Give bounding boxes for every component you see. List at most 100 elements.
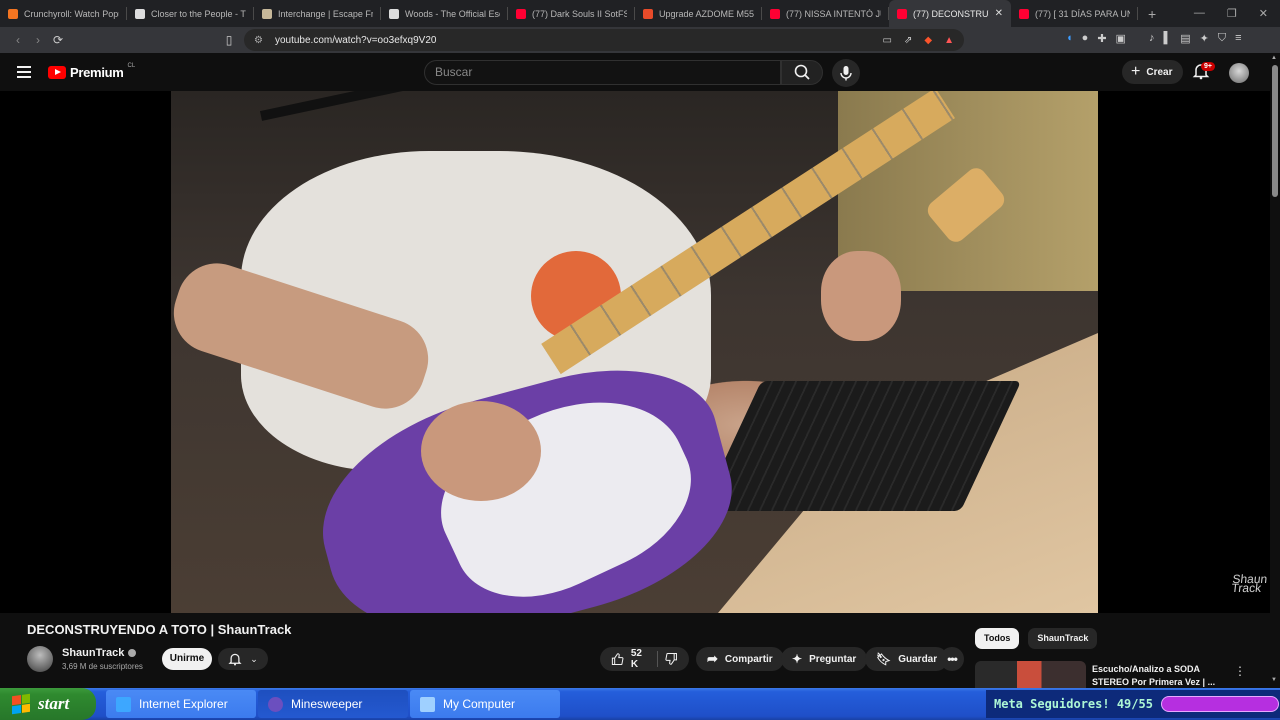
recommended-video-thumbnail[interactable] — [975, 661, 1086, 688]
back-icon[interactable]: ‹ — [8, 33, 28, 47]
hamburger-menu-icon[interactable] — [17, 66, 31, 78]
reload-icon[interactable]: ⟳ — [48, 33, 68, 47]
minimize-icon[interactable]: — — [1194, 7, 1205, 20]
new-tab-button[interactable]: + — [1138, 6, 1166, 22]
bell-icon — [228, 653, 242, 666]
page-scrollbar[interactable]: ▲ ▼ — [1270, 53, 1280, 687]
tab-favicon-icon — [643, 8, 653, 19]
tab-title: (77) [ 31 DÍAS PARA UN M — [1035, 8, 1130, 19]
brave-shield-icon[interactable]: ◆ — [924, 35, 932, 46]
extensions-area: ◖ ● ✚ ▣ ♪ ▌ ▤ ✦ ⛉ ≡ — [1066, 32, 1242, 45]
scrollbar-thumb[interactable] — [1272, 65, 1278, 197]
taskbar-item-label: Minesweeper — [291, 697, 363, 711]
forward-icon[interactable]: › — [28, 33, 48, 47]
browser-tab[interactable]: Interchange | Escape From — [254, 0, 381, 27]
ask-button[interactable]: ✦ Preguntar — [781, 647, 868, 671]
ie-icon — [116, 696, 131, 712]
taskbar-item-label: Internet Explorer — [139, 697, 228, 711]
browser-tab[interactable]: (77) Dark Souls II SotFS - C — [508, 0, 635, 27]
site-info-icon[interactable]: ⚙ — [254, 35, 263, 46]
address-bar[interactable]: ⚙ youtube.com/watch?v=oo3efxq9V20 ▭ ⇗ ◆ … — [244, 29, 964, 51]
youtube-header: Premium CL Buscar + Crear 9+ — [0, 53, 1280, 91]
bookmark-icon[interactable]: ▯ — [219, 33, 239, 47]
account-avatar[interactable] — [1229, 63, 1249, 83]
search-button[interactable] — [781, 60, 823, 85]
channel-avatar[interactable] — [27, 646, 53, 672]
vpn-icon[interactable]: ⛉ — [1218, 32, 1226, 45]
follower-goal-text: Meta Seguidores! 49/55 — [994, 697, 1153, 711]
tab-title: (77) Dark Souls II SotFS - C — [532, 8, 627, 19]
tab-title: Woods - The Official Escap — [405, 8, 500, 19]
tab-favicon-icon — [770, 8, 780, 19]
browser-tab[interactable]: Crunchyroll: Watch Popula — [0, 0, 127, 27]
tab-title: Closer to the People - The — [151, 8, 246, 19]
wallet-icon[interactable]: ▤ — [1180, 32, 1190, 45]
browser-tab[interactable]: Closer to the People - The — [127, 0, 254, 27]
scroll-down-icon[interactable]: ▼ — [1271, 677, 1277, 683]
divider — [657, 651, 659, 667]
brave-rewards-icon[interactable]: ▲ — [944, 35, 954, 46]
rec-title-line: Escucho/Analizo a SODA — [1092, 664, 1201, 674]
browser-tab[interactable]: (77) DECONSTRUY ✕ — [889, 0, 1011, 27]
voice-search-button[interactable] — [832, 59, 860, 87]
dislike-icon[interactable] — [665, 652, 678, 666]
follower-goal-progress-bar — [1160, 696, 1279, 712]
browser-menu-icon[interactable]: ≡ — [1235, 32, 1241, 45]
tab-favicon-icon — [1019, 8, 1029, 19]
chip-channel[interactable]: ShaunTrack — [1028, 628, 1098, 649]
recommended-video-title[interactable]: Escucho/Analizo a SODA STEREO Por Primer… — [1092, 663, 1216, 689]
more-actions-button[interactable]: ••• — [940, 647, 964, 671]
sidebar-icon[interactable]: ▌ — [1163, 32, 1171, 45]
taskbar-item-internet-explorer[interactable]: Internet Explorer — [106, 690, 256, 718]
share-label: Compartir — [724, 653, 773, 665]
scroll-up-icon[interactable]: ▲ — [1271, 55, 1277, 61]
chip-all[interactable]: Todos — [975, 628, 1020, 649]
video-player[interactable]: Shaun Track — [0, 91, 1270, 613]
music-icon[interactable]: ♪ — [1149, 32, 1155, 45]
create-label: Crear — [1146, 66, 1173, 78]
browser-tab[interactable]: (77) [ 31 DÍAS PARA UN M — [1011, 0, 1138, 27]
start-button[interactable]: start — [0, 688, 96, 720]
rec-more-icon[interactable]: ⋮ — [1234, 664, 1246, 678]
youtube-premium-logo[interactable]: Premium CL — [48, 62, 136, 80]
save-button[interactable]: 🔖︎ Guardar — [865, 647, 949, 671]
maximize-icon[interactable]: ❐ — [1227, 7, 1237, 20]
puzzle-icon[interactable]: ✚ — [1097, 32, 1106, 45]
extension-icon[interactable]: ● — [1082, 32, 1089, 45]
share-page-icon[interactable]: ⇗ — [904, 35, 912, 46]
cast-icon[interactable]: ▭ — [883, 35, 892, 46]
channel-watermark[interactable]: Shaun Track — [1231, 572, 1268, 595]
tab-favicon-icon — [8, 8, 18, 19]
like-count[interactable]: 52 K — [631, 648, 650, 670]
channel-name[interactable]: ShaunTrack — [62, 647, 137, 659]
tab-title: (77) DECONSTRUY — [913, 8, 989, 19]
tab-close-icon[interactable]: ✕ — [995, 8, 1003, 19]
browser-tab[interactable]: Woods - The Official Escap — [381, 0, 508, 27]
video-frame[interactable] — [171, 91, 1098, 613]
video-strumming-hand — [421, 401, 541, 501]
tab-favicon-icon — [389, 8, 399, 19]
logo-text: Premium — [70, 65, 124, 80]
verified-icon — [128, 649, 137, 657]
browser-tab[interactable]: Upgrade AZDOME M550 — [635, 0, 762, 27]
minesweeper-icon — [268, 696, 283, 712]
extension-icon[interactable]: ◖ — [1066, 32, 1073, 45]
taskbar-item-minesweeper[interactable]: Minesweeper — [258, 690, 408, 718]
create-button[interactable]: + Crear — [1122, 60, 1184, 84]
bookmark-save-icon: 🔖︎ — [876, 652, 892, 666]
subscription-bell-button[interactable]: ⌄ — [218, 648, 268, 670]
close-window-icon[interactable]: ✕ — [1259, 7, 1268, 20]
download-icon[interactable]: ▣ — [1116, 32, 1126, 45]
video-title: DECONSTRUYENDO A TOTO | ShaunTrack — [27, 622, 292, 637]
join-button[interactable]: Unirme — [162, 648, 212, 670]
url-text: youtube.com/watch?v=oo3efxq9V20 — [274, 34, 437, 46]
leo-icon[interactable]: ✦ — [1200, 32, 1209, 45]
browser-tab[interactable]: (77) NISSA INTENTÓ JUGA — [762, 0, 889, 27]
taskbar-item-my-computer[interactable]: My Computer — [410, 690, 560, 718]
country-code: CL — [127, 62, 136, 69]
tab-title: Crunchyroll: Watch Popula — [24, 8, 119, 19]
share-button[interactable]: ➦ Compartir — [696, 647, 784, 671]
channel-name-text: ShaunTrack — [62, 647, 125, 659]
like-icon[interactable] — [611, 652, 624, 666]
search-input[interactable]: Buscar — [424, 60, 781, 85]
